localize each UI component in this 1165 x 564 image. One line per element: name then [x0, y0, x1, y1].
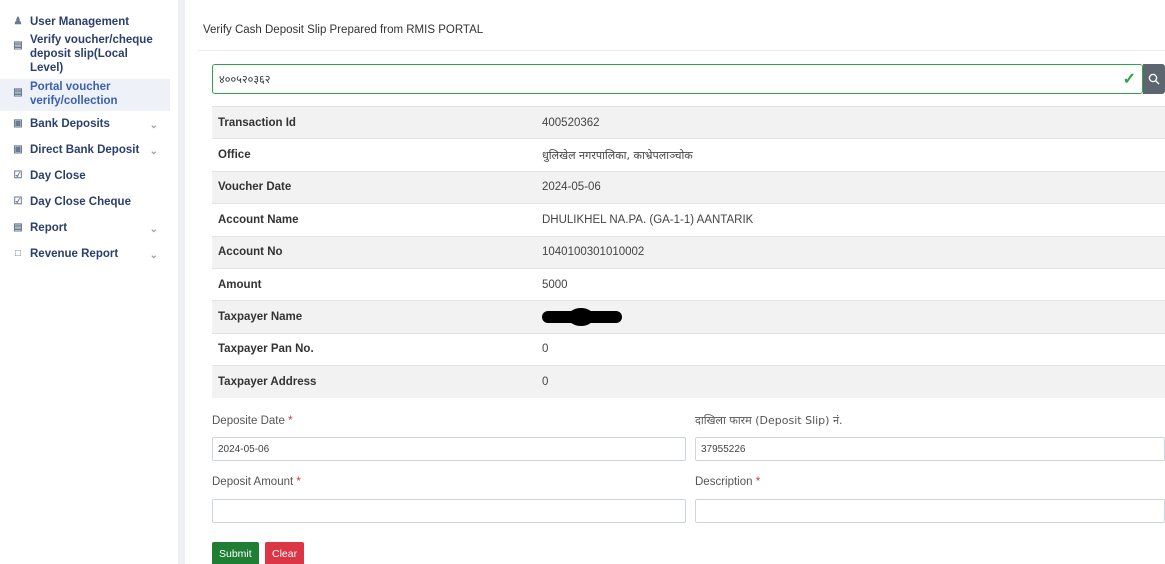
deposit-date-input[interactable] — [213, 438, 685, 460]
page-title: Verify Cash Deposit Slip Prepared from R… — [203, 24, 484, 36]
chevron-down-icon[interactable]: ⌄ — [150, 145, 158, 159]
file-icon: □ — [14, 248, 22, 259]
row-label: Voucher Date — [212, 170, 536, 204]
clear-button[interactable]: Clear — [265, 542, 305, 564]
sidebar-item-verify-voucher-local[interactable]: ▤ Verify voucher/cheque deposit slip(Loc… — [0, 33, 170, 75]
check-icon: ✓ — [1122, 71, 1136, 88]
search-button[interactable] — [1143, 64, 1165, 94]
chevron-down-icon[interactable]: ⌄ — [150, 223, 158, 237]
chevron-down-icon[interactable]: ⌄ — [150, 119, 158, 133]
row-value — [536, 300, 1165, 334]
row-label: Amount — [212, 267, 536, 301]
description-input[interactable] — [696, 500, 1164, 522]
table-row: Transaction Id 400520362 — [212, 105, 1165, 139]
required-marker: * — [755, 476, 761, 488]
sidebar-divider — [178, 0, 185, 564]
submit-button[interactable]: Submit — [212, 542, 259, 564]
sidebar-item-day-close[interactable]: ☑ Day Close — [0, 169, 170, 183]
table-row: Amount 5000 — [212, 267, 1165, 301]
sidebar-item-bank-deposits[interactable]: ▣ Bank Deposits ⌄ — [0, 117, 170, 131]
redaction-mark — [542, 308, 622, 327]
report-icon: ▤ — [13, 222, 23, 233]
row-value: 5000 — [536, 267, 1165, 301]
sidebar-item-report[interactable]: ▤ Report ⌄ — [0, 221, 170, 235]
row-label: Account No — [212, 235, 536, 269]
table-row: Taxpayer Address 0 — [212, 365, 1165, 399]
row-label: Office — [212, 138, 536, 172]
row-label: Taxpayer Address — [212, 365, 536, 399]
deposit-icon: ▣ — [13, 118, 23, 129]
sidebar-item-label: User Management — [30, 16, 130, 28]
deposit-amount-label: Deposit Amount * — [212, 476, 301, 488]
row-value: 0 — [536, 332, 1165, 366]
sidebar-item-revenue-report[interactable]: □ Revenue Report ⌄ — [0, 247, 170, 261]
table-row: Account No 1040100301010002 — [212, 235, 1165, 269]
sidebar-item-label: Portal voucher verify/collection — [30, 81, 118, 107]
sidebar-item-label: Direct Bank Deposit — [30, 144, 140, 156]
label-text: Description — [695, 476, 753, 488]
title-divider — [197, 50, 1165, 51]
search-icon — [1148, 73, 1160, 85]
main-content: Verify Cash Deposit Slip Prepared from R… — [185, 0, 1165, 564]
row-label: Account Name — [212, 203, 536, 237]
table-row: Taxpayer Name — [212, 300, 1165, 334]
table-row: Voucher Date 2024-05-06 — [212, 170, 1165, 204]
sidebar-item-day-close-cheque[interactable]: ☑ Day Close Cheque — [0, 195, 170, 209]
row-value: DHULIKHEL NA.PA. (GA-1-1) AANTARIK — [536, 203, 1165, 237]
description-wrapper — [695, 499, 1165, 523]
deposit-date-label: Deposite Date * — [212, 415, 293, 427]
transaction-search-input[interactable] — [213, 65, 1093, 93]
row-label: Taxpayer Pan No. — [212, 332, 536, 366]
sidebar-item-portal-voucher[interactable]: ▤ Portal voucher verify/collection — [0, 79, 170, 111]
deposit-amount-input[interactable] — [213, 500, 685, 522]
document-icon: ▤ — [13, 40, 23, 51]
table-row: Account Name DHULIKHEL NA.PA. (GA-1-1) A… — [212, 203, 1165, 237]
sidebar-item-label: Day Close Cheque — [30, 196, 131, 208]
row-value: 400520362 — [536, 105, 1165, 139]
label-text: Deposite Date — [212, 415, 285, 427]
row-label: Transaction Id — [212, 105, 536, 139]
deposit-slip-wrapper — [695, 437, 1165, 461]
deposit-amount-wrapper — [212, 499, 686, 523]
required-marker: * — [288, 415, 293, 427]
sidebar: ♟ User Management ▤ Verify voucher/chequ… — [0, 0, 170, 564]
row-value: 2024-05-06 — [536, 170, 1165, 204]
deposit-slip-label: दाखिला फारम (Deposit Slip) नं. — [695, 414, 843, 427]
transaction-search-box: ✓ — [212, 64, 1143, 94]
chevron-down-icon[interactable]: ⌄ — [150, 249, 158, 263]
deposit-icon: ▣ — [13, 144, 23, 155]
required-marker: * — [296, 476, 301, 488]
user-icon: ♟ — [13, 16, 23, 27]
calendar-check-icon: ☑ — [13, 196, 23, 207]
row-value: 0 — [536, 365, 1165, 399]
label-text: Deposit Amount — [212, 476, 294, 488]
row-value: 1040100301010002 — [536, 235, 1165, 269]
sidebar-item-user-management[interactable]: ♟ User Management — [0, 15, 170, 29]
table-row: Office धुलिखेल नगरपालिका, काभ्रेपलाञ्चोक — [212, 138, 1165, 172]
deposit-date-wrapper — [212, 437, 686, 461]
sidebar-item-label: Bank Deposits — [30, 118, 110, 130]
row-value: धुलिखेल नगरपालिका, काभ्रेपलाञ्चोक — [536, 138, 1165, 172]
table-row: Taxpayer Pan No. 0 — [212, 332, 1165, 366]
sidebar-item-direct-bank-deposit[interactable]: ▣ Direct Bank Deposit ⌄ — [0, 143, 170, 157]
transaction-details-table: Transaction Id 400520362 Office धुलिखेल … — [212, 105, 1165, 399]
sidebar-item-label: Revenue Report — [30, 248, 119, 260]
sidebar-item-label: Report — [30, 222, 68, 234]
sidebar-item-label: Verify voucher/cheque deposit slip(Local… — [30, 34, 153, 74]
row-label: Taxpayer Name — [212, 300, 536, 334]
deposit-slip-input[interactable] — [696, 438, 1164, 460]
calendar-check-icon: ☑ — [13, 170, 23, 181]
description-label: Description * — [695, 476, 760, 488]
document-icon: ▤ — [13, 87, 23, 98]
sidebar-item-label: Day Close — [30, 170, 86, 182]
